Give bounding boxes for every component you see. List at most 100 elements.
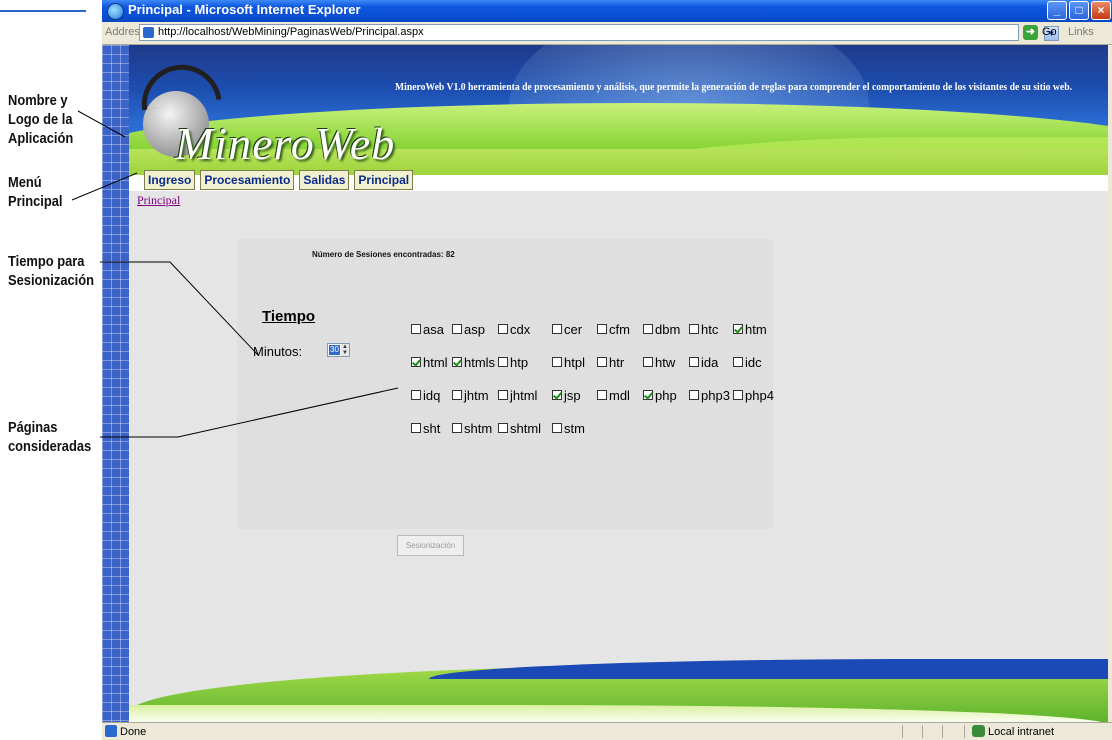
checkbox-unchecked-icon[interactable]: [498, 390, 508, 400]
checkbox-checked-icon[interactable]: [452, 357, 462, 367]
menu-item-procesamiento[interactable]: Procesamiento: [200, 170, 295, 190]
checkbox-unchecked-icon[interactable]: [452, 423, 462, 433]
minutes-label: Minutos:: [253, 344, 303, 359]
extension-checkbox-htp[interactable]: htp: [498, 354, 528, 370]
checkbox-unchecked-icon[interactable]: [452, 390, 462, 400]
extension-label: htpl: [564, 354, 585, 370]
annotation-menu-principal: Menú Principal: [8, 173, 62, 211]
sessions-count-text: Número de Sesiones encontradas: 82: [312, 250, 455, 259]
extension-checkbox-asa[interactable]: asa: [411, 321, 444, 337]
minutes-spinner[interactable]: 30 ▲ ▼: [327, 343, 350, 357]
checkbox-unchecked-icon[interactable]: [498, 357, 508, 367]
extension-checkbox-idc[interactable]: idc: [733, 354, 762, 370]
checkbox-unchecked-icon[interactable]: [733, 357, 743, 367]
extension-label: htr: [609, 354, 625, 370]
checkbox-unchecked-icon[interactable]: [643, 357, 653, 367]
status-divider: [942, 725, 943, 738]
checkbox-checked-icon[interactable]: [733, 324, 743, 334]
extension-label: cer: [564, 321, 583, 337]
footer-blue: [429, 659, 1108, 679]
extension-checkbox-htw[interactable]: htw: [643, 354, 675, 370]
extension-label: asp: [464, 321, 485, 337]
extension-label: html: [423, 354, 448, 370]
checkbox-checked-icon[interactable]: [552, 390, 562, 400]
checkbox-unchecked-icon[interactable]: [643, 324, 653, 334]
checkbox-unchecked-icon[interactable]: [689, 324, 699, 334]
extension-label: cfm: [609, 321, 630, 337]
spinner-arrows-icon[interactable]: ▲ ▼: [341, 344, 349, 356]
annotation-paginas: Páginas consideradas: [8, 418, 91, 456]
checkbox-checked-icon[interactable]: [411, 357, 421, 367]
menu-item-principal[interactable]: Principal: [354, 170, 414, 190]
extension-checkbox-php4[interactable]: php4: [733, 387, 774, 403]
menu-item-ingreso[interactable]: Ingreso: [144, 170, 196, 190]
go-button[interactable]: Go: [1042, 26, 1057, 38]
checkbox-unchecked-icon[interactable]: [733, 390, 743, 400]
extension-checkbox-htm[interactable]: htm: [733, 321, 767, 337]
extension-checkbox-ida[interactable]: ida: [689, 354, 718, 370]
checkbox-unchecked-icon[interactable]: [597, 390, 607, 400]
checkbox-unchecked-icon[interactable]: [552, 423, 562, 433]
extension-checkbox-php3[interactable]: php3: [689, 387, 730, 403]
extension-checkbox-jhtm[interactable]: jhtm: [452, 387, 489, 403]
extension-label: cdx: [510, 321, 531, 337]
extension-checkbox-htr[interactable]: htr: [597, 354, 624, 370]
status-divider: [922, 725, 923, 738]
checkbox-unchecked-icon[interactable]: [597, 357, 607, 367]
extension-checkbox-cfm[interactable]: cfm: [597, 321, 630, 337]
annotation-line: Sesionización: [8, 272, 95, 289]
address-input[interactable]: http://localhost/WebMining/PaginasWeb/Pr…: [139, 24, 1059, 41]
extension-checkbox-htmls[interactable]: htmls: [452, 354, 495, 370]
checkbox-unchecked-icon[interactable]: [552, 324, 562, 334]
extension-checkbox-jsp[interactable]: jsp: [552, 387, 581, 403]
address-url: http://localhost/WebMining/PaginasWeb/Pr…: [158, 26, 424, 38]
menu-item-salidas[interactable]: Salidas: [299, 170, 350, 190]
annotation-line: Aplicación: [8, 130, 74, 147]
extension-label: htw: [655, 354, 676, 370]
extension-checkbox-php[interactable]: php: [643, 387, 677, 403]
extension-checkbox-shtm[interactable]: shtm: [452, 420, 492, 436]
extension-checkbox-mdl[interactable]: mdl: [597, 387, 630, 403]
extension-checkbox-cer[interactable]: cer: [552, 321, 582, 337]
extension-label: shtml: [510, 420, 542, 436]
extension-label: asa: [423, 321, 444, 337]
extension-label: php3: [701, 387, 730, 403]
minimize-button[interactable]: _: [1047, 1, 1067, 20]
annotation-line: Nombre y: [8, 92, 68, 109]
checkbox-unchecked-icon[interactable]: [552, 357, 562, 367]
extension-checkbox-idq[interactable]: idq: [411, 387, 440, 403]
extension-checkbox-jhtml[interactable]: jhtml: [498, 387, 537, 403]
links-button[interactable]: Links: [1068, 26, 1094, 38]
checkbox-unchecked-icon[interactable]: [498, 423, 508, 433]
extension-label: htc: [701, 321, 719, 337]
extension-checkbox-asp[interactable]: asp: [452, 321, 485, 337]
checkbox-unchecked-icon[interactable]: [411, 423, 421, 433]
extension-checkbox-htc[interactable]: htc: [689, 321, 718, 337]
sesionizacion-button[interactable]: Sesionización: [397, 535, 464, 556]
extension-label: jhtml: [510, 387, 538, 403]
checkbox-checked-icon[interactable]: [643, 390, 653, 400]
extension-checkbox-shtml[interactable]: shtml: [498, 420, 541, 436]
checkbox-unchecked-icon[interactable]: [689, 357, 699, 367]
address-bar: Address http://localhost/WebMining/Pagin…: [102, 22, 1112, 45]
checkbox-unchecked-icon[interactable]: [689, 390, 699, 400]
extension-checkbox-cdx[interactable]: cdx: [498, 321, 530, 337]
close-button[interactable]: ×: [1091, 1, 1111, 20]
main-menu: Ingreso Procesamiento Salidas Principal: [144, 170, 414, 190]
checkbox-unchecked-icon[interactable]: [498, 324, 508, 334]
extension-checkbox-html[interactable]: html: [411, 354, 448, 370]
extension-checkbox-dbm[interactable]: dbm: [643, 321, 680, 337]
checkbox-unchecked-icon[interactable]: [411, 324, 421, 334]
extension-checkbox-stm[interactable]: stm: [552, 420, 585, 436]
checkbox-unchecked-icon[interactable]: [411, 390, 421, 400]
checkbox-unchecked-icon[interactable]: [597, 324, 607, 334]
maximize-button[interactable]: □: [1069, 1, 1089, 20]
extension-checkbox-htpl[interactable]: htpl: [552, 354, 585, 370]
app-logo-text: MineroWeb: [175, 118, 396, 169]
go-arrow-icon[interactable]: ➜: [1023, 25, 1038, 40]
extension-checkbox-sht[interactable]: sht: [411, 420, 440, 436]
extension-label: dbm: [655, 321, 681, 337]
page-viewport: MineroWeb V1.0 herramienta de procesamie…: [102, 45, 1108, 722]
checkbox-unchecked-icon[interactable]: [452, 324, 462, 334]
breadcrumb-link[interactable]: Principal: [137, 193, 180, 208]
